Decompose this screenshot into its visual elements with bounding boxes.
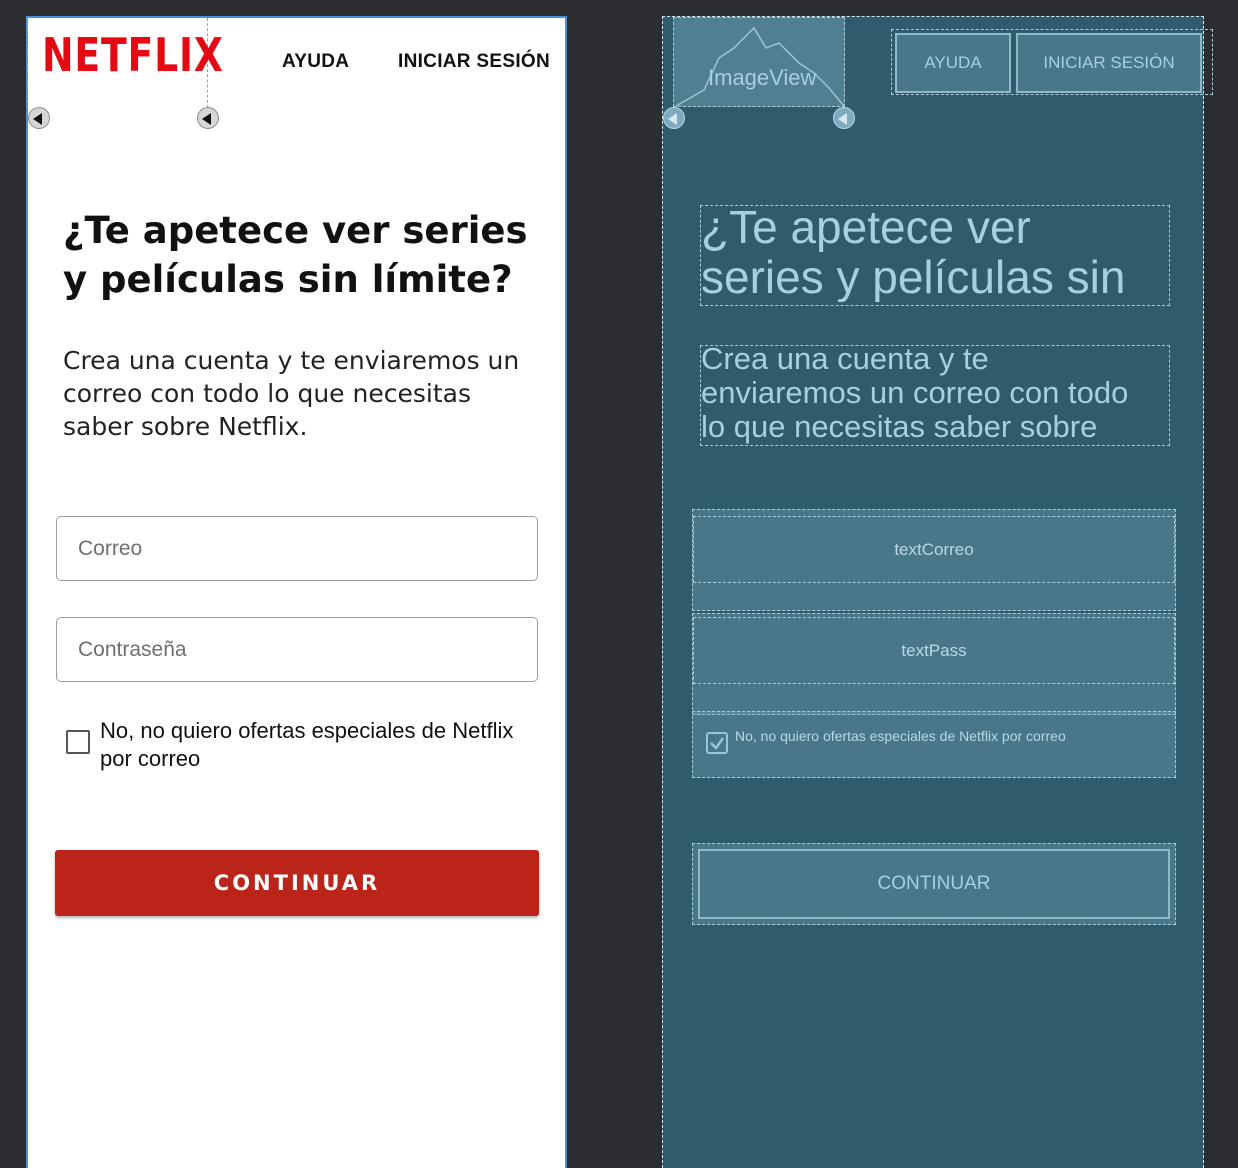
- constraint-anchor-right-icon[interactable]: [197, 107, 219, 129]
- check-mark-icon: [710, 737, 725, 750]
- blueprint-email-field[interactable]: textCorreo: [693, 516, 1175, 583]
- email-field[interactable]: [56, 516, 538, 581]
- continue-button[interactable]: CONTINUAR: [55, 850, 539, 916]
- blueprint-subtitle[interactable]: Crea una cuenta y te enviaremos un corre…: [700, 342, 1170, 446]
- blueprint-anchor-right-icon[interactable]: [833, 107, 855, 129]
- blueprint-help-label: AYUDA: [924, 53, 982, 72]
- blueprint-subtitle-line3: lo que necesitas saber sobre: [701, 410, 1098, 444]
- blueprint-email-label: textCorreo: [894, 540, 974, 559]
- blueprint-headline[interactable]: ¿Te apetece ver series y películas sin: [700, 202, 1170, 306]
- imageview-label: ImageView: [708, 65, 817, 90]
- blueprint-headline-line1: ¿Te apetece ver: [701, 202, 1031, 252]
- no-offers-label: No, no quiero ofertas especiales de Netf…: [100, 718, 514, 771]
- blueprint-continue-button[interactable]: CONTINUAR: [698, 849, 1170, 919]
- blueprint-checkbox-row[interactable]: No, no quiero ofertas especiales de Netf…: [692, 711, 1176, 778]
- constraint-anchor-left-icon[interactable]: [28, 107, 50, 129]
- design-preview-panel: NETFLIX AYUDA INICIAR SESIÓN ¿Te apetece…: [26, 16, 567, 1168]
- blueprint-headline-line2: series y películas sin: [701, 252, 1126, 302]
- guide-line-left: [27, 18, 28, 108]
- page-subtitle: Crea una cuenta y te enviaremos un corre…: [63, 346, 520, 441]
- help-link[interactable]: AYUDA: [282, 51, 349, 73]
- blueprint-imageview[interactable]: ImageView: [673, 17, 845, 107]
- page-title: ¿Te apetece ver series y películas sin l…: [63, 209, 528, 301]
- blueprint-guide: [844, 17, 845, 107]
- blueprint-password-field[interactable]: textPass: [693, 617, 1175, 684]
- blueprint-login-button[interactable]: INICIAR SESIÓN: [1016, 33, 1202, 93]
- login-link[interactable]: INICIAR SESIÓN: [398, 51, 550, 73]
- netflix-logo: NETFLIX: [42, 28, 224, 82]
- password-field[interactable]: [56, 617, 538, 682]
- blueprint-password-label: textPass: [901, 641, 967, 660]
- blueprint-anchor-left-icon[interactable]: [663, 107, 685, 129]
- blueprint-panel: ImageView AYUDA INICIAR SESIÓN ¿Te apete…: [662, 16, 1213, 1168]
- blueprint-checkbox-label: No, no quiero ofertas especiales de Netf…: [735, 728, 1066, 744]
- blueprint-subtitle-line1: Crea una cuenta y te: [701, 342, 989, 376]
- mountain-icon: [675, 26, 845, 107]
- blueprint-continue-label: CONTINUAR: [877, 873, 991, 894]
- blueprint-help-button[interactable]: AYUDA: [895, 33, 1011, 93]
- blueprint-login-label: INICIAR SESIÓN: [1043, 53, 1175, 72]
- blueprint-subtitle-line2: enviaremos un correo con todo: [701, 376, 1129, 410]
- blueprint-checkbox-icon[interactable]: [706, 732, 728, 754]
- no-offers-checkbox[interactable]: [66, 730, 90, 754]
